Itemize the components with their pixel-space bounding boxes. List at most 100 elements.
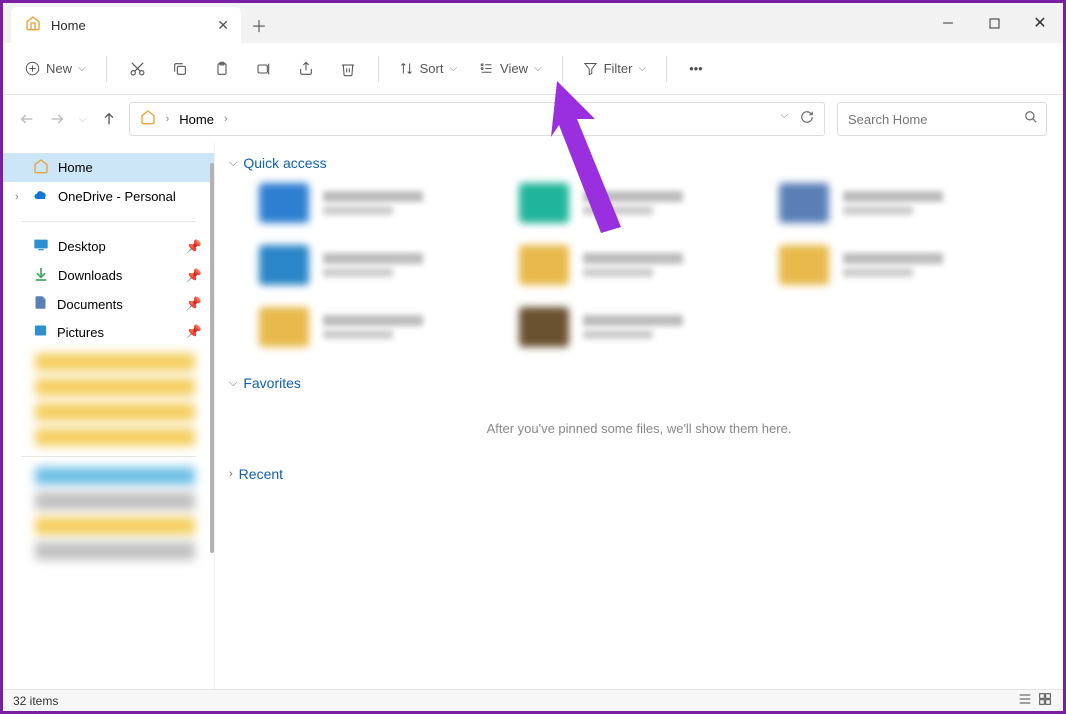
- quick-access-item[interactable]: [259, 183, 479, 223]
- delete-button[interactable]: [330, 55, 366, 83]
- forward-button[interactable]: [49, 111, 65, 127]
- more-button[interactable]: •••: [679, 55, 713, 82]
- item-label: [583, 191, 739, 215]
- close-window-button[interactable]: ✕: [1017, 3, 1063, 43]
- tab-title: Home: [51, 18, 207, 33]
- quick-access-item[interactable]: [519, 183, 739, 223]
- chevron-down-icon: ⌵: [449, 63, 457, 74]
- view-button[interactable]: View ⌵: [471, 55, 550, 82]
- section-recent[interactable]: › Recent: [229, 460, 1049, 494]
- item-label: [843, 253, 999, 277]
- pin-icon: 📌: [186, 268, 202, 284]
- breadcrumb-location[interactable]: Home: [179, 112, 214, 127]
- item-label: [583, 253, 739, 277]
- sidebar-item-desktop[interactable]: Desktop 📌: [3, 232, 214, 261]
- separator: [378, 56, 379, 82]
- scrollbar[interactable]: [210, 163, 214, 553]
- folder-icon: [259, 183, 309, 223]
- blurred-item: [35, 403, 195, 421]
- blurred-item: [35, 428, 195, 446]
- quick-access-item[interactable]: [519, 245, 739, 285]
- favorites-empty-msg: After you've pinned some files, we'll sh…: [229, 403, 1049, 460]
- sidebar-label: Documents: [57, 297, 123, 312]
- separator: [21, 456, 196, 457]
- sort-label: Sort: [420, 61, 444, 76]
- rename-button[interactable]: [246, 55, 282, 83]
- filter-button[interactable]: Filter ⌵: [575, 55, 654, 82]
- address-bar[interactable]: › Home › ⌵: [129, 102, 825, 136]
- section-quick-access[interactable]: ⌵ Quick access: [229, 149, 1049, 183]
- recent-locations-button[interactable]: ⌵: [79, 114, 87, 125]
- folder-icon: [259, 245, 309, 285]
- separator: [21, 221, 196, 222]
- home-icon: [33, 158, 49, 177]
- section-label: Quick access: [243, 155, 326, 171]
- maximize-button[interactable]: [971, 3, 1017, 43]
- folder-icon: [779, 245, 829, 285]
- chevron-down-icon: ⌵: [229, 157, 237, 170]
- minimize-button[interactable]: [925, 3, 971, 43]
- back-button[interactable]: [19, 111, 35, 127]
- folder-icon: [259, 307, 309, 347]
- new-button[interactable]: New ⌵: [17, 55, 94, 82]
- quick-access-item[interactable]: [259, 245, 479, 285]
- sidebar-item-downloads[interactable]: Downloads 📌: [3, 261, 214, 290]
- chevron-right-icon[interactable]: ›: [15, 191, 19, 203]
- blurred-item: [35, 467, 195, 485]
- paste-button[interactable]: [204, 55, 240, 83]
- blurred-item: [35, 492, 195, 510]
- refresh-button[interactable]: [800, 110, 814, 129]
- chevron-right-icon: ›: [166, 113, 170, 125]
- up-button[interactable]: [101, 111, 117, 127]
- cut-button[interactable]: [119, 54, 156, 83]
- chevron-down-icon: ⌵: [638, 63, 646, 74]
- section-favorites[interactable]: ⌵ Favorites: [229, 369, 1049, 403]
- tab-home[interactable]: Home ✕: [11, 7, 241, 43]
- search-box[interactable]: [837, 102, 1047, 136]
- thumbnails-view-button[interactable]: [1037, 691, 1053, 710]
- history-dropdown[interactable]: ⌵: [780, 110, 788, 129]
- sidebar-item-documents[interactable]: Documents 📌: [3, 290, 214, 318]
- quick-access-item[interactable]: [519, 307, 739, 347]
- chevron-right-icon: ›: [224, 113, 228, 125]
- section-label: Recent: [239, 466, 283, 482]
- separator: [666, 56, 667, 82]
- sidebar-item-home[interactable]: Home: [3, 153, 214, 182]
- details-view-button[interactable]: [1017, 691, 1033, 710]
- sidebar-label: Home: [58, 160, 93, 175]
- folder-icon: [519, 245, 569, 285]
- sort-button[interactable]: Sort ⌵: [391, 55, 465, 82]
- new-tab-button[interactable]: ＋: [241, 7, 277, 43]
- sidebar-label: Desktop: [58, 239, 106, 254]
- nav-sidebar: Home › OneDrive - Personal Desktop 📌 Dow…: [3, 143, 215, 691]
- search-icon[interactable]: [1024, 110, 1038, 129]
- folder-icon: [519, 183, 569, 223]
- sidebar-item-pictures[interactable]: Pictures 📌: [3, 318, 214, 346]
- separator: [106, 56, 107, 82]
- home-icon: [140, 109, 156, 130]
- copy-button[interactable]: [162, 55, 198, 83]
- view-label: View: [500, 61, 528, 76]
- content-pane: ⌵ Quick access ⌵: [215, 143, 1063, 691]
- folder-icon: [519, 307, 569, 347]
- status-item-count: 32 items: [13, 694, 58, 708]
- cloud-icon: [33, 187, 49, 206]
- new-label: New: [46, 61, 72, 76]
- item-label: [323, 253, 479, 277]
- blurred-item: [35, 353, 195, 371]
- home-icon: [25, 15, 41, 36]
- section-label: Favorites: [243, 375, 301, 391]
- filter-label: Filter: [604, 61, 633, 76]
- quick-access-item[interactable]: [779, 183, 999, 223]
- search-input[interactable]: [848, 112, 1024, 127]
- share-button[interactable]: [288, 55, 324, 83]
- close-tab-icon[interactable]: ✕: [217, 17, 229, 34]
- chevron-down-icon: ⌵: [229, 377, 237, 390]
- item-label: [583, 315, 739, 339]
- sidebar-item-onedrive[interactable]: › OneDrive - Personal: [3, 182, 214, 211]
- quick-access-item[interactable]: [259, 307, 479, 347]
- chevron-down-icon: ⌵: [534, 63, 542, 74]
- quick-access-item[interactable]: [779, 245, 999, 285]
- sidebar-label: Downloads: [58, 268, 122, 283]
- blurred-item: [35, 517, 195, 535]
